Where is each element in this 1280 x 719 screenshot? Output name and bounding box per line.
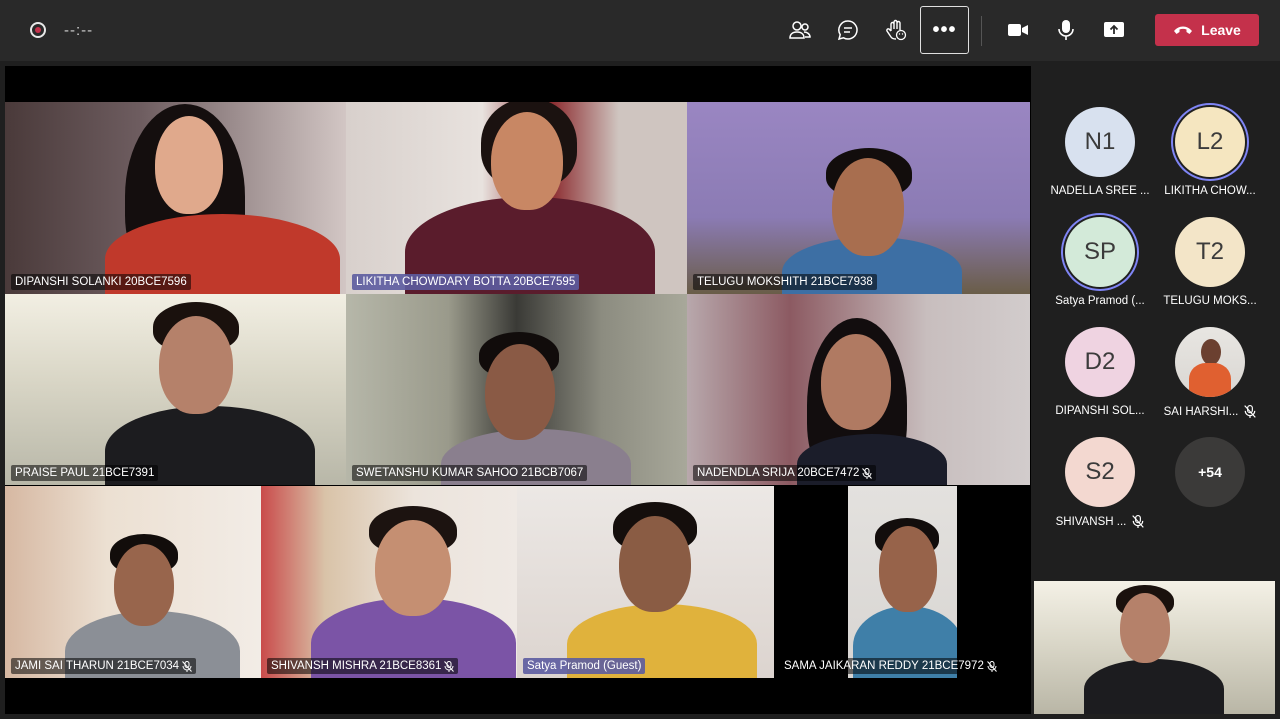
participant-name-label: DIPANSHI SOLANKI 20BCE7596: [11, 274, 191, 290]
video-tile[interactable]: TELUGU MOKSHITH 21BCE7938: [687, 102, 1030, 294]
leave-button[interactable]: Leave: [1155, 14, 1259, 46]
participant-name-label: PRAISE PAUL 21BCE7391: [11, 465, 159, 481]
self-view-video[interactable]: [1034, 581, 1275, 714]
leave-label: Leave: [1201, 22, 1241, 38]
mic-off-icon: [862, 467, 873, 479]
participant-name-label: SAMA JAIKARAN REDDY 21BCE7972: [780, 658, 1001, 674]
participant-avatar-tile[interactable]: L2 LIKITHA CHOW...: [1155, 107, 1265, 197]
participant-name-label: TELUGU MOKSHITH 21BCE7938: [693, 274, 877, 290]
video-tile[interactable]: DIPANSHI SOLANKI 20BCE7596: [5, 102, 346, 294]
video-tile[interactable]: JAMI SAI THARUN 21BCE7034: [5, 486, 261, 678]
meeting-timer: --:--: [64, 22, 94, 39]
hangup-icon: [1174, 26, 1193, 34]
participant-avatar-tile[interactable]: S2 SHIVANSH ...: [1045, 437, 1155, 528]
participant-name-label: Satya Pramod (Guest): [523, 658, 646, 674]
participant-name-label: JAMI SAI THARUN 21BCE7034: [11, 658, 197, 674]
participant-name: SAI HARSHI...: [1163, 405, 1239, 418]
participant-avatar-tile[interactable]: N1 NADELLA SREE ...: [1045, 107, 1155, 197]
camera-button[interactable]: [1002, 14, 1034, 46]
avatar: D2: [1065, 327, 1135, 397]
video-stage: DIPANSHI SOLANKI 20BCE7596 LIKITHA CHOWD…: [5, 66, 1031, 714]
avatar-photo: [1175, 327, 1245, 397]
share-icon: [1104, 22, 1124, 37]
video-tile[interactable]: PRAISE PAUL 21BCE7391: [5, 294, 346, 485]
share-screen-button[interactable]: [1098, 14, 1130, 46]
mic-off-icon: [1244, 405, 1257, 418]
mic-off-icon: [444, 660, 455, 672]
participant-name: Satya Pramod (...: [1055, 295, 1145, 307]
avatar: N1: [1065, 107, 1135, 177]
participant-name-label: SWETANSHU KUMAR SAHOO 21BCB7067: [352, 465, 588, 481]
mic-off-icon: [1132, 515, 1145, 528]
mic-off-icon: [986, 660, 997, 672]
participant-name: TELUGU MOKS...: [1163, 295, 1257, 307]
participant-name-label: NADENDLA SRIJA 20BCE7472: [693, 465, 877, 481]
participant-name: LIKITHA CHOW...: [1164, 185, 1256, 197]
video-tile[interactable]: SAMA JAIKARAN REDDY 21BCE7972: [774, 486, 1031, 678]
video-tile[interactable]: NADENDLA SRIJA 20BCE7472: [687, 294, 1030, 485]
avatar: S2: [1065, 437, 1135, 507]
participant-name-label: SHIVANSH MISHRA 21BCE8361: [267, 658, 459, 674]
more-actions-button[interactable]: •••: [920, 6, 969, 54]
mic-button[interactable]: [1050, 14, 1082, 46]
participant-name: NADELLA SREE ...: [1050, 185, 1150, 197]
more-participants-button[interactable]: +54: [1155, 437, 1265, 507]
avatar: SP: [1065, 217, 1135, 287]
raise-hand-icon: [886, 19, 907, 41]
chat-button[interactable]: [832, 14, 864, 46]
more-icon: •••: [932, 18, 957, 41]
participant-name-label: LIKITHA CHOWDARY BOTTA 20BCE7595: [352, 274, 580, 290]
participant-avatar-tile[interactable]: SP Satya Pramod (...: [1045, 217, 1155, 307]
camera-icon: [1008, 24, 1028, 36]
reactions-button[interactable]: [880, 14, 912, 46]
mic-off-icon: [182, 660, 192, 672]
avatar: T2: [1175, 217, 1245, 287]
participant-avatar-tile[interactable]: T2 TELUGU MOKS...: [1155, 217, 1265, 307]
video-tile[interactable]: Satya Pramod (Guest): [517, 486, 774, 678]
meeting-toolbar: --:-- ••• Leave: [0, 0, 1280, 61]
chat-icon: [837, 20, 858, 41]
toolbar-divider: [981, 16, 982, 46]
participants-button[interactable]: [784, 14, 816, 46]
participant-name: DIPANSHI SOL...: [1055, 405, 1145, 417]
participant-avatar-tile[interactable]: SAI HARSHI...: [1155, 327, 1265, 418]
video-tile[interactable]: LIKITHA CHOWDARY BOTTA 20BCE7595: [346, 102, 687, 294]
avatar: L2: [1175, 107, 1245, 177]
participant-avatar-tile[interactable]: D2 DIPANSHI SOL...: [1045, 327, 1155, 417]
participant-name: SHIVANSH ...: [1055, 515, 1127, 528]
mic-icon: [1058, 20, 1074, 40]
people-icon: [789, 21, 811, 39]
video-tile[interactable]: SWETANSHU KUMAR SAHOO 21BCB7067: [346, 294, 687, 485]
record-icon: [30, 22, 46, 38]
video-tile[interactable]: SHIVANSH MISHRA 21BCE8361: [261, 486, 517, 678]
overflow-count: +54: [1175, 437, 1245, 507]
